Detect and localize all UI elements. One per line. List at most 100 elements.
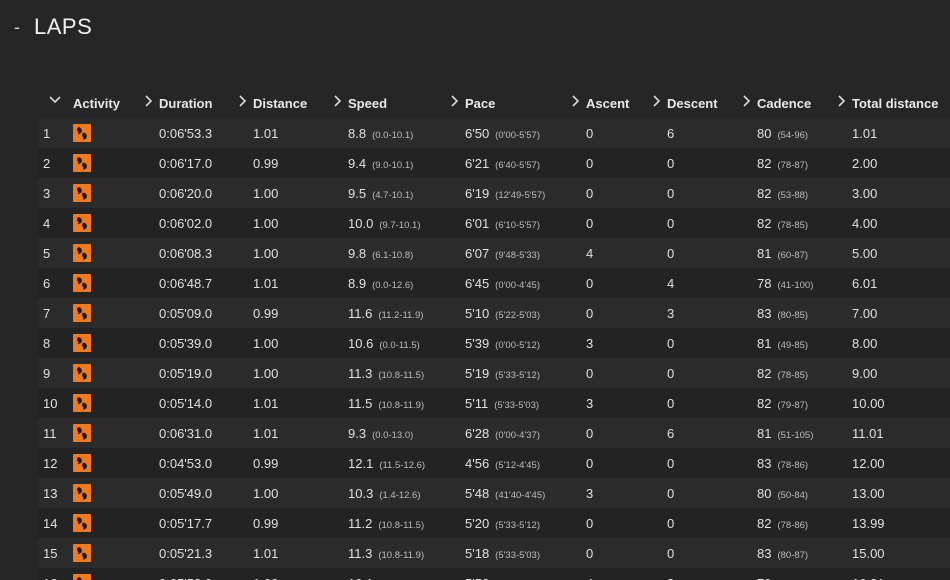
chevron-down-icon[interactable] [49,92,61,108]
table-row[interactable]: 11 0:06'31.0 1.01 9.3 (0.0-13.0) 6'28 (0'0… [38,418,950,448]
descent-cell: 0 [662,358,752,388]
shoe-icon[interactable] [73,364,91,382]
shoe-icon[interactable] [73,124,91,142]
shoe-icon[interactable] [73,454,91,472]
ascent-cell: 4 [581,238,662,268]
column-header-distance[interactable]: Distance [239,88,343,118]
activity-cell [68,508,154,538]
column-header-pace[interactable]: Pace [451,88,581,118]
laps-section-header[interactable]: - LAPS [14,14,92,40]
total-distance-cell: 10.00 [847,388,950,418]
lap-number: 1 [38,118,68,148]
chevron-right-icon[interactable] [333,95,343,110]
pace-value: 6'21 [465,155,490,171]
table-row[interactable]: 9 0:05'19.0 1.00 11.3 (10.8-11.5) 5'19 (5'… [38,358,950,388]
shoe-icon[interactable] [73,274,91,292]
descent-cell: 6 [662,418,752,448]
shoe-icon[interactable] [73,154,91,172]
shoe-icon[interactable] [73,394,91,412]
table-row[interactable]: 12 0:04'53.0 0.99 12.1 (11.5-12.6) 4'56 (5… [38,448,950,478]
cadence-range: (78-87) [777,159,809,171]
column-header-label: Distance [253,95,308,111]
collapse-toggle-icon[interactable]: - [14,17,34,38]
activity-cell [68,208,154,238]
table-row[interactable]: 2 0:06'17.0 0.99 9.4 (9.0-10.1) 6'21 (6'40… [38,148,950,178]
lap-number: 6 [38,268,68,298]
shoe-icon[interactable] [73,484,91,502]
speed-range: (4.7-10.1) [372,189,414,201]
table-row[interactable]: 1 0:06'53.3 1.01 8.8 (0.0-10.1) 6'50 (0'00… [38,118,950,148]
table-row[interactable]: 4 0:06'02.0 1.00 10.0 (9.7-10.1) 6'01 (6'1… [38,208,950,238]
chevron-right-icon[interactable] [742,95,752,110]
distance-cell: 1.01 [248,388,343,418]
pace-value: 4'56 [465,455,490,471]
cadence-value: 80 [757,125,772,141]
speed-cell: 10.3 (1.4-12.6) [343,478,460,508]
pace-value: 6'07 [465,245,490,261]
shoe-icon[interactable] [73,424,91,442]
chevron-right-icon[interactable] [652,95,662,110]
shoe-icon[interactable] [73,304,91,322]
column-header-ascent[interactable]: Ascent [572,88,662,118]
speed-value: 9.3 [348,425,367,441]
column-header-cadence[interactable]: Cadence [743,88,847,118]
total-distance-cell: 9.00 [847,358,950,388]
shoe-icon[interactable] [73,244,91,262]
pace-range: (6'10-5'57) [495,219,540,231]
speed-value: 11.2 [348,515,373,531]
cadence-value: 79 [757,576,771,580]
speed-cell: 11.5 (10.8-11.9) [343,388,460,418]
shoe-icon[interactable] [73,334,91,352]
pace-range: (0'00-4'37) [495,429,540,441]
cadence-value: 82 [757,395,772,411]
chevron-right-icon[interactable] [144,95,154,110]
pace-cell: 6'28 (0'00-4'37) [460,418,581,448]
shoe-icon[interactable] [73,544,91,562]
table-row[interactable]: 10 0:05'14.0 1.01 11.5 (10.8-11.9) 5'11 (5… [38,388,950,418]
cadence-cell: 83 (78-86) [752,448,847,478]
duration-cell: 0:06'53.3 [154,118,248,148]
table-row[interactable]: 14 0:05'17.7 0.99 11.2 (10.8-11.5) 5'20 (5… [38,508,950,538]
table-row[interactable]: 6 0:06'48.7 1.01 8.9 (0.0-12.6) 6'45 (0'00… [38,268,950,298]
cadence-range: (80-85) [777,309,809,321]
table-row[interactable]: 16 0:05'58.0 1.00 10.1(9.0-12.0) 5'56(6'… [38,568,950,580]
section-title: LAPS [34,14,93,39]
pace-cell: 6'45 (0'00-4'45) [460,268,581,298]
column-header-activity[interactable]: Activity [68,88,154,118]
table-row[interactable]: 7 0:05'09.0 0.99 11.6 (11.2-11.9) 5'10 (5'… [38,298,950,328]
table-row[interactable]: 8 0:05'39.0 1.00 10.6 (0.0-11.5) 5'39 (0'0… [38,328,950,358]
distance-cell: 1.00 [248,358,343,388]
table-row[interactable]: 13 0:05'49.0 1.00 10.3 (1.4-12.6) 5'48 (41… [38,478,950,508]
chevron-right-icon[interactable] [238,95,248,110]
table-row[interactable]: 15 0:05'21.3 1.01 11.3 (10.8-11.9) 5'18 (5… [38,538,950,568]
shoe-icon[interactable] [73,184,91,202]
cadence-range: (60-87) [777,249,809,261]
activity-cell [68,178,154,208]
pace-cell: 5'56(6'40-5'00) [460,568,581,580]
pace-value: 6'28 [465,425,490,441]
speed-range: (11.2-11.9) [378,309,424,321]
table-row[interactable]: 5 0:06'08.3 1.00 9.8 (6.1-10.8) 6'07 (9'48… [38,238,950,268]
pace-range: (5'33-5'12) [495,519,540,531]
speed-range: (0.0-12.6) [372,279,414,291]
chevron-right-icon[interactable] [837,95,847,110]
ascent-cell: 0 [581,508,662,538]
column-header-duration[interactable]: Duration [145,88,248,118]
chevron-right-icon[interactable] [450,95,460,110]
pace-range: (5'22-5'03) [495,309,540,321]
shoe-icon[interactable] [73,574,91,580]
cadence-range: (78-85) [777,219,809,231]
speed-cell: 11.2 (10.8-11.5) [343,508,460,538]
cadence-cell: 80 (50-84) [752,478,847,508]
shoe-icon[interactable] [73,214,91,232]
column-header-total-distance[interactable]: Total distance [838,88,950,118]
column-header-speed[interactable]: Speed [334,88,460,118]
column-header-descent[interactable]: Descent [653,88,752,118]
distance-cell: 1.01 [248,268,343,298]
chevron-right-icon[interactable] [571,95,581,110]
pace-value: 5'56 [465,576,489,580]
shoe-icon[interactable] [73,514,91,532]
duration-cell: 0:06'02.0 [154,208,248,238]
total-distance-cell: 11.01 [847,418,950,448]
table-row[interactable]: 3 0:06'20.0 1.00 9.5 (4.7-10.1) 6'19 (12'4… [38,178,950,208]
